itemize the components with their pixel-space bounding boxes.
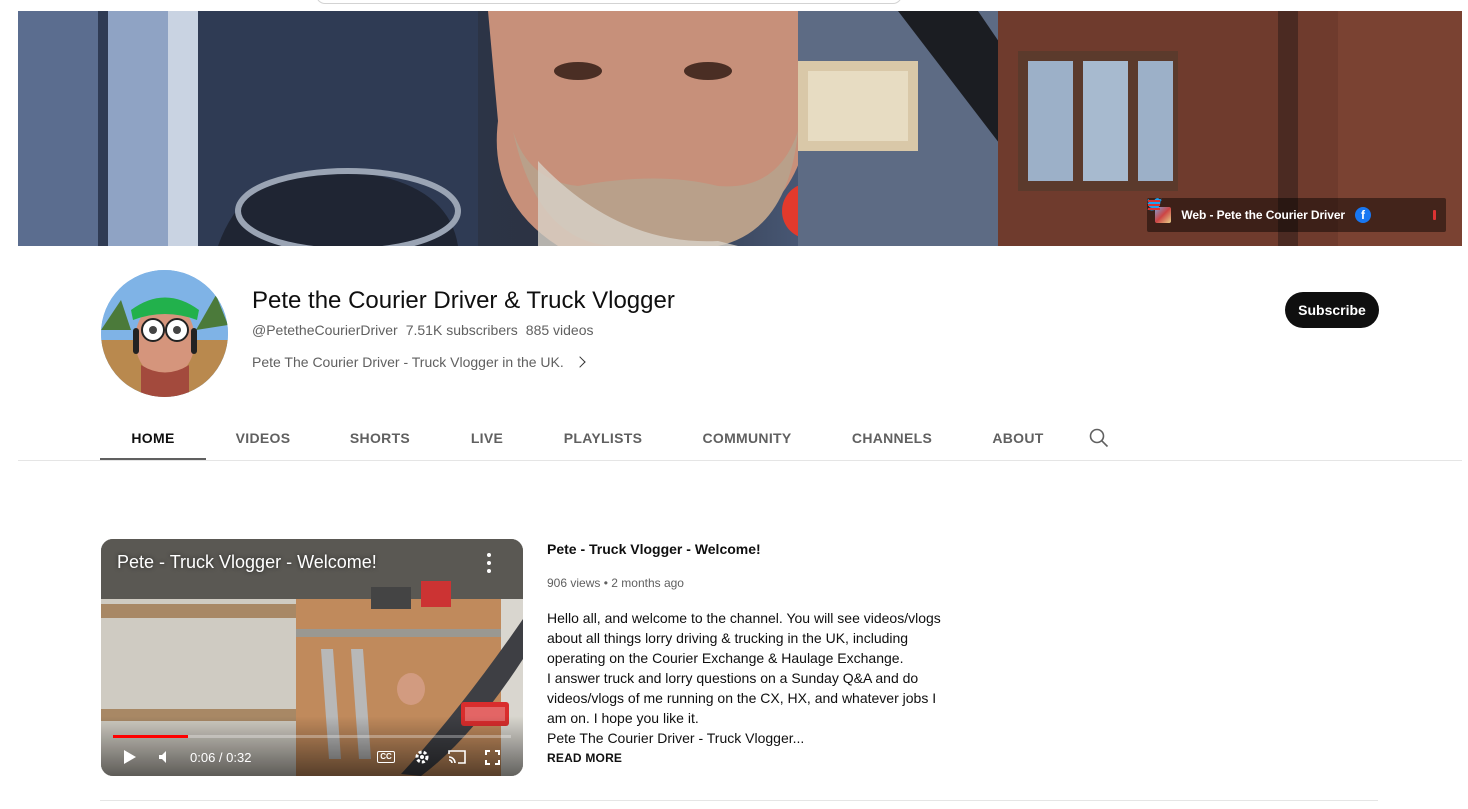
description-line: Pete The Courier Driver - Truck Vlogger.… (547, 730, 805, 746)
facebook-icon[interactable]: f (1355, 207, 1371, 223)
tab-shorts[interactable]: SHORTS (320, 416, 440, 460)
search-icon (1089, 428, 1109, 448)
tab-channels[interactable]: CHANNELS (822, 416, 962, 460)
search-bar-edge[interactable] (316, 0, 902, 4)
view-count: 906 views (547, 576, 601, 590)
player-controls: 0:06 / 0:32 CC (101, 746, 523, 768)
tabs-divider (18, 460, 1462, 461)
fullscreen-icon[interactable] (481, 746, 503, 768)
time-display: 0:06 / 0:32 (190, 749, 252, 765)
description-line: operating on the Courier Exchange & Haul… (547, 650, 904, 666)
featured-video-stats: 906 views • 2 months ago (547, 576, 684, 590)
tab-community[interactable]: COMMUNITY (672, 416, 822, 460)
cast-icon[interactable] (445, 746, 469, 768)
volume-icon[interactable] (156, 746, 174, 768)
channel-banner: Web - Pete the Courier Driver f (18, 11, 1462, 246)
channel-title: Pete the Courier Driver & Truck Vlogger (252, 287, 675, 314)
description-line: about all things lorry driving & truckin… (547, 630, 909, 646)
upload-age: 2 months ago (611, 576, 684, 590)
description-line: am on. I hope you like it. (547, 710, 699, 726)
channel-handle: @PetetheCourierDriver (252, 322, 398, 338)
rss-icon[interactable] (1148, 200, 1423, 223)
banner-links: Web - Pete the Courier Driver f (1147, 198, 1446, 232)
twitter-icon[interactable] (1147, 198, 1397, 223)
player-title[interactable]: Pete - Truck Vlogger - Welcome! (117, 552, 377, 573)
description-line: I answer truck and lorry questions on a … (547, 670, 919, 686)
channel-meta: @PetetheCourierDriver 7.51K subscribers … (252, 322, 594, 338)
more-options-icon[interactable] (485, 553, 493, 573)
subscribe-button[interactable]: Subscribe (1285, 292, 1379, 328)
tab-about[interactable]: ABOUT (962, 416, 1074, 460)
link-icon[interactable] (1433, 210, 1436, 220)
tab-live[interactable]: LIVE (440, 416, 534, 460)
captions-icon[interactable]: CC (375, 746, 397, 768)
tab-playlists[interactable]: PLAYLISTS (534, 416, 672, 460)
chevron-right-icon (574, 356, 586, 368)
description-line: videos/vlogs of me running on the CX, HX… (547, 690, 937, 706)
featured-video-title[interactable]: Pete - Truck Vlogger - Welcome! (547, 541, 761, 557)
tab-videos[interactable]: VIDEOS (206, 416, 320, 460)
featured-video-player[interactable]: Pete - Truck Vlogger - Welcome! 0:06 / 0… (101, 539, 523, 776)
read-more-link[interactable]: READ MORE (547, 751, 622, 765)
play-icon[interactable] (121, 746, 139, 768)
channel-description-text: Pete The Courier Driver - Truck Vlogger … (252, 354, 564, 370)
description-line: Hello all, and welcome to the channel. Y… (547, 610, 941, 626)
progress-bar[interactable] (113, 735, 511, 738)
channel-description[interactable]: Pete The Courier Driver - Truck Vlogger … (252, 354, 586, 370)
banner-web-link[interactable]: Web - Pete the Courier Driver (1181, 208, 1345, 222)
channel-avatar[interactable] (101, 270, 228, 397)
settings-gear-icon[interactable] (411, 746, 433, 768)
tab-search[interactable] (1074, 416, 1124, 460)
subscriber-count: 7.51K subscribers (405, 322, 518, 338)
section-divider (100, 800, 1378, 801)
channel-tabs: HOME VIDEOS SHORTS LIVE PLAYLISTS COMMUN… (100, 416, 1124, 461)
progress-bar-fill (113, 735, 188, 738)
avatar-image (101, 270, 228, 397)
featured-video-description: Hello all, and welcome to the channel. Y… (547, 608, 957, 748)
video-count: 885 videos (525, 322, 594, 338)
tab-home[interactable]: HOME (100, 416, 206, 461)
